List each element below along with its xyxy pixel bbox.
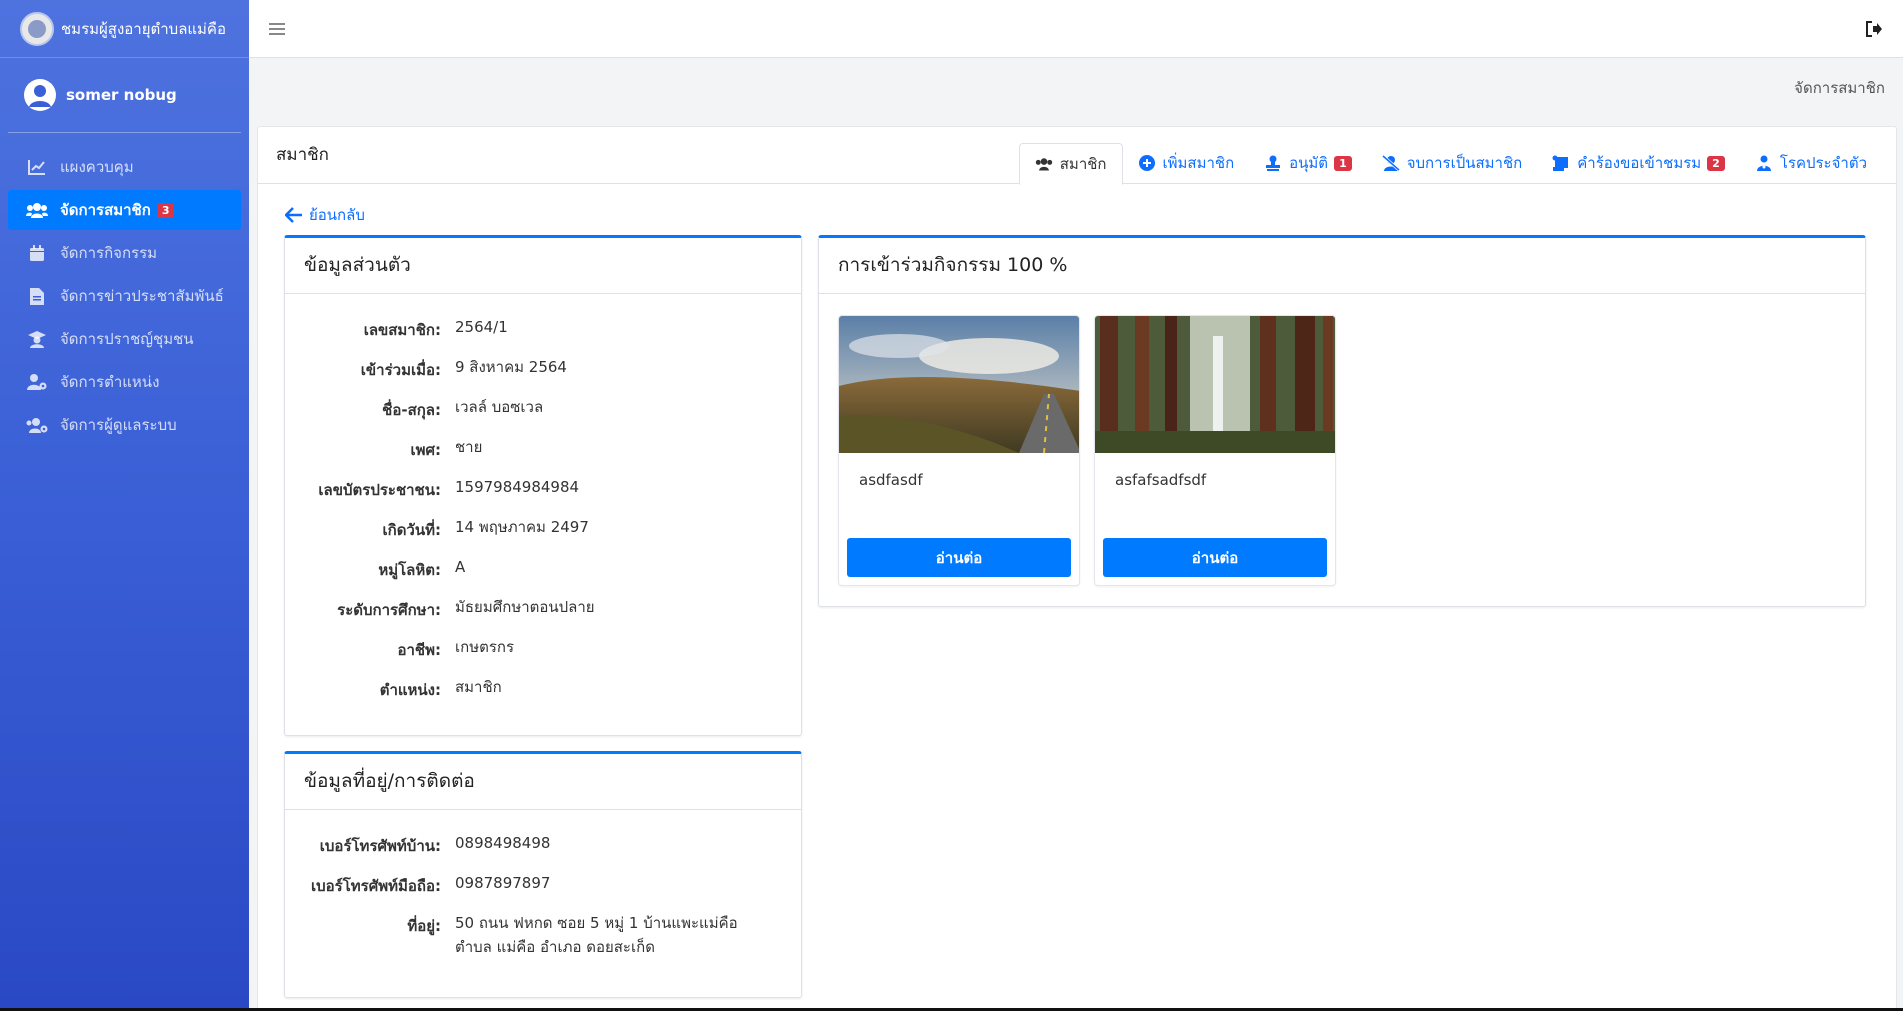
back-link[interactable]: ย้อนกลับ [285, 203, 365, 227]
stamp-icon [1264, 155, 1282, 171]
info-row: ที่อยู่: 50 ถนน ฟหกด ซอย 5 หมู่ 1 บ้านแพ… [407, 914, 738, 956]
back-label: ย้อนกลับ [309, 206, 365, 224]
members-count-badge: 3 [156, 202, 175, 218]
tab-label: จบการเป็นสมาชิก [1406, 154, 1523, 172]
activity-card: asdfasdf อ่านต่อ [838, 315, 1080, 586]
contact-info-panel: ข้อมูลที่อยู่/การติดต่อ เบอร์โทรศัพท์บ้า… [284, 751, 802, 998]
scroll-icon [1552, 155, 1570, 171]
sidebar-item-positions[interactable]: จัดการตำแหน่ง [8, 362, 241, 402]
sidebar-item-sages[interactable]: จัดการปราชญ์ชุมชน [8, 319, 241, 359]
sidebar-item-dashboard[interactable]: แผงควบคุม [8, 147, 241, 187]
address-line-1: 50 ถนน ฟหกด ซอย 5 หมู่ 1 บ้านแพะแม่คือ [455, 914, 738, 932]
sidebar-item-label: จัดการกิจกรรม [60, 244, 158, 262]
arrow-left-icon [285, 207, 303, 223]
chart-line-icon [26, 158, 48, 176]
activities-panel: การเข้าร่วมกิจกรรม 100 % asdfasdf อ่านต่… [818, 235, 1866, 607]
info-row: เบอร์โทรศัพท์บ้าน: 0898498498 [319, 834, 551, 855]
logout-icon[interactable] [1865, 20, 1883, 38]
activity-image-forest[interactable] [1095, 316, 1335, 453]
brand-title: ชมรมผู้สูงอายุตำบลแม่คือ [61, 19, 226, 38]
graduate-icon [26, 330, 48, 348]
info-row: ชื่อ-สกุล: เวลล์ บอซเวล [382, 398, 544, 419]
sidebar-item-activities[interactable]: จัดการกิจกรรม [8, 233, 241, 273]
personal-info-panel: ข้อมูลส่วนตัว เลขสมาชิก: 2564/1 เข้าร่วมเ… [284, 235, 802, 736]
brand[interactable]: ชมรมผู้สูงอายุตำบลแม่คือ [0, 0, 249, 58]
tab-label: สมาชิก [1059, 155, 1107, 173]
avatar [24, 79, 56, 111]
read-more-button[interactable]: อ่านต่อ [847, 538, 1071, 577]
requests-count-badge: 2 [1707, 155, 1725, 171]
sidebar-item-news[interactable]: จัดการข่าวประชาสัมพันธ์ [8, 276, 241, 316]
file-icon [26, 287, 48, 305]
sidebar-item-label: แผงควบคุม [60, 158, 134, 176]
users-cog-icon [26, 416, 48, 434]
tab-add-member[interactable]: เพิ่มสมาชิก [1123, 142, 1250, 184]
approve-count-badge: 1 [1334, 155, 1352, 171]
plus-circle-icon [1138, 155, 1156, 171]
sidebar-item-members[interactable]: จัดการสมาชิก 3 [8, 190, 241, 230]
tab-label: โรคประจำตัว [1779, 154, 1867, 172]
users-icon [1035, 156, 1053, 172]
user-cog-icon [26, 373, 48, 391]
sidebar-item-label: จัดการผู้ดูแลระบบ [60, 416, 177, 434]
sidebar-item-label: จัดการข่าวประชาสัมพันธ์ [60, 287, 224, 305]
address-line-2: ตำบล แม่คือ อำเภอ ดอยสะเก็ด [455, 938, 655, 956]
sidebar-item-label: จัดการสมาชิก [60, 201, 151, 219]
info-row: เข้าร่วมเมื่อ: 9 สิงหาคม 2564 [360, 358, 567, 379]
users-icon [26, 201, 48, 219]
info-row: ตำแหน่ง: สมาชิก [379, 678, 502, 699]
info-row: หมู่โลหิต: A [378, 558, 466, 579]
breadcrumb: จัดการสมาชิก [1794, 79, 1885, 97]
personal-info-title: ข้อมูลส่วนตัว [285, 238, 801, 294]
info-row: เลขบัตรประชาชน: 1597984984984 [318, 478, 580, 499]
tab-approve[interactable]: อนุมัติ 1 [1249, 142, 1367, 184]
contact-info-title: ข้อมูลที่อยู่/การติดต่อ [285, 754, 801, 810]
info-row: เพศ: ชาย [410, 438, 483, 459]
activity-card: asfafsadfsdf อ่านต่อ [1094, 315, 1336, 586]
user-md-icon [1755, 155, 1773, 171]
tab-diseases[interactable]: โรคประจำตัว [1740, 142, 1882, 184]
activity-image-road[interactable] [839, 316, 1079, 454]
calendar-icon [26, 244, 48, 262]
user-slash-icon [1381, 155, 1400, 171]
tabs: สมาชิก เพิ่มสมาชิก อนุมัติ 1 จบการเป็นสม… [1018, 127, 1896, 185]
info-row: เกิดวันที่: 14 พฤษภาคม 2497 [382, 518, 589, 539]
sidebar-item-label: จัดการตำแหน่ง [60, 373, 160, 391]
tab-label: เพิ่มสมาชิก [1162, 154, 1235, 172]
info-row: เบอร์โทรศัพท์มือถือ: 0987897897 [311, 874, 551, 895]
sidebar: ชมรมผู้สูงอายุตำบลแม่คือ somer nobug แผง… [0, 0, 249, 1011]
sidebar-item-label: จัดการปราชญ์ชุมชน [60, 330, 194, 348]
sidebar-item-admins[interactable]: จัดการผู้ดูแลระบบ [8, 405, 241, 445]
tab-end-membership[interactable]: จบการเป็นสมาชิก [1367, 142, 1538, 184]
card-header: สมาชิก สมาชิก เพิ่มสมาชิก อนุมัติ 1 จบกา… [258, 127, 1896, 185]
info-row: เลขสมาชิก: 2564/1 [363, 318, 508, 339]
tab-join-requests[interactable]: คำร้องขอเข้าชมรม 2 [1537, 142, 1740, 184]
activity-name: asdfasdf [859, 471, 923, 489]
topbar [249, 0, 1903, 58]
page-title: สมาชิก [276, 145, 329, 165]
user-panel[interactable]: somer nobug [8, 58, 241, 133]
activities-title: การเข้าร่วมกิจกรรม 100 % [819, 238, 1865, 294]
hamburger-menu-icon[interactable] [269, 22, 285, 35]
activity-name: asfafsadfsdf [1115, 471, 1207, 489]
sidebar-menu: แผงควบคุม จัดการสมาชิก 3 จัดการกิจกรรม จ… [0, 147, 249, 445]
tab-label: คำร้องขอเข้าชมรม [1577, 154, 1702, 172]
info-row: อาชีพ: เกษตรกร [397, 638, 515, 659]
read-more-button[interactable]: อ่านต่อ [1103, 538, 1327, 577]
members-card: สมาชิก สมาชิก เพิ่มสมาชิก อนุมัติ 1 จบกา… [257, 126, 1897, 1011]
user-name: somer nobug [66, 86, 177, 104]
tab-label: อนุมัติ [1289, 154, 1329, 172]
tab-members[interactable]: สมาชิก [1018, 143, 1123, 185]
brand-logo [20, 11, 54, 46]
info-row: ระดับการศึกษา: มัธยมศึกษาตอนปลาย [337, 598, 595, 619]
